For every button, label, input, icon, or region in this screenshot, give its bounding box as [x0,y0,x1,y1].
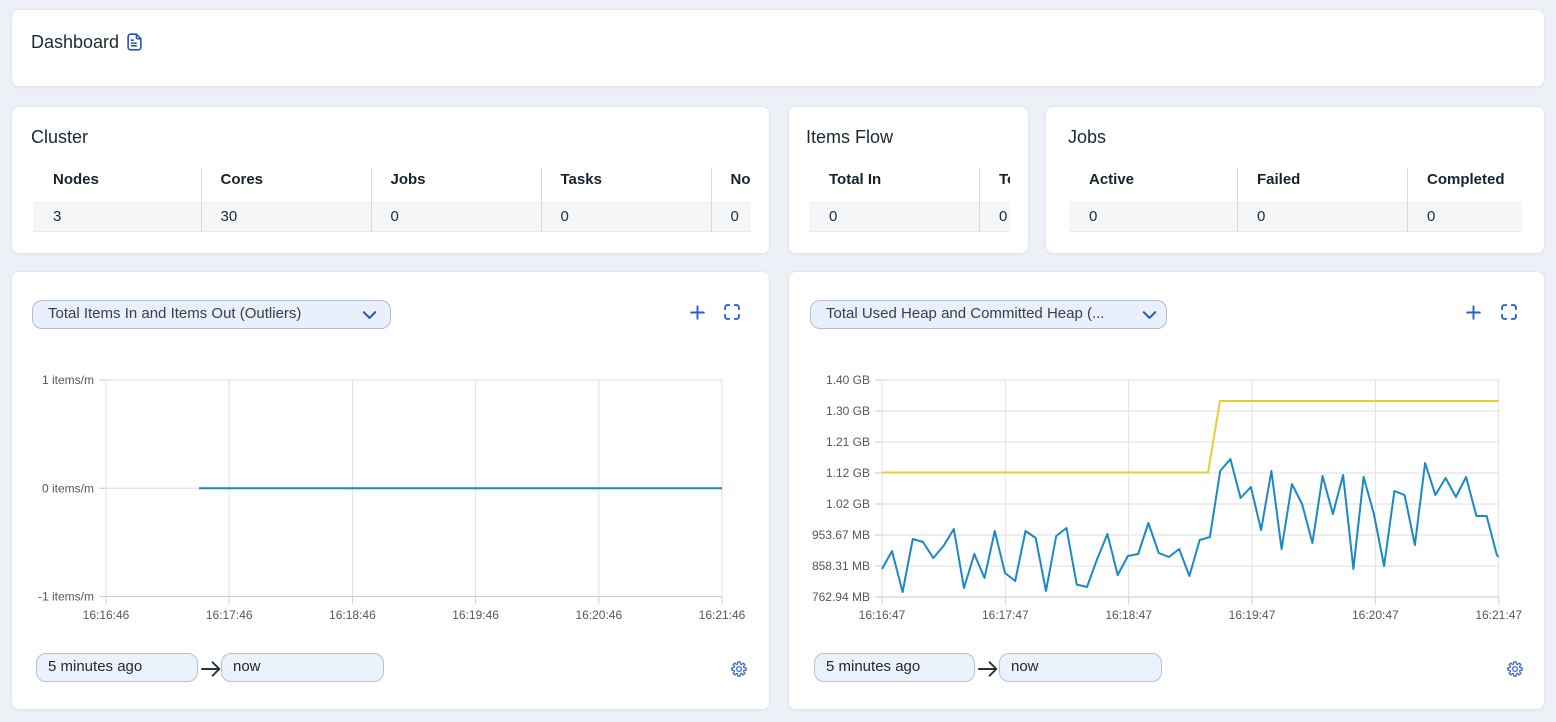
svg-text:16:18:46: 16:18:46 [329,608,376,622]
svg-text:16:19:46: 16:19:46 [452,608,499,622]
svg-text:1 items/m: 1 items/m [42,373,94,387]
svg-text:1.40 GB: 1.40 GB [826,373,870,387]
svg-text:1.21 GB: 1.21 GB [826,435,870,449]
svg-text:16:17:46: 16:17:46 [206,608,253,622]
svg-text:16:18:47: 16:18:47 [1105,608,1152,622]
svg-text:858.31 MB: 858.31 MB [812,559,870,573]
svg-text:16:16:47: 16:16:47 [859,608,906,622]
svg-text:16:17:47: 16:17:47 [982,608,1029,622]
svg-text:762.94 MB: 762.94 MB [812,590,870,604]
svg-text:16:21:46: 16:21:46 [699,608,746,622]
svg-text:16:20:46: 16:20:46 [575,608,622,622]
svg-text:-1 items/m: -1 items/m [38,590,94,604]
svg-text:1.02 GB: 1.02 GB [826,497,870,511]
svg-text:16:21:47: 16:21:47 [1475,608,1522,622]
svg-text:0 items/m: 0 items/m [42,481,94,495]
svg-text:16:16:46: 16:16:46 [83,608,130,622]
svg-text:16:19:47: 16:19:47 [1229,608,1276,622]
svg-text:1.12 GB: 1.12 GB [826,466,870,480]
svg-text:16:20:47: 16:20:47 [1352,608,1399,622]
svg-text:1.30 GB: 1.30 GB [826,404,870,418]
svg-text:953.67 MB: 953.67 MB [812,528,870,542]
